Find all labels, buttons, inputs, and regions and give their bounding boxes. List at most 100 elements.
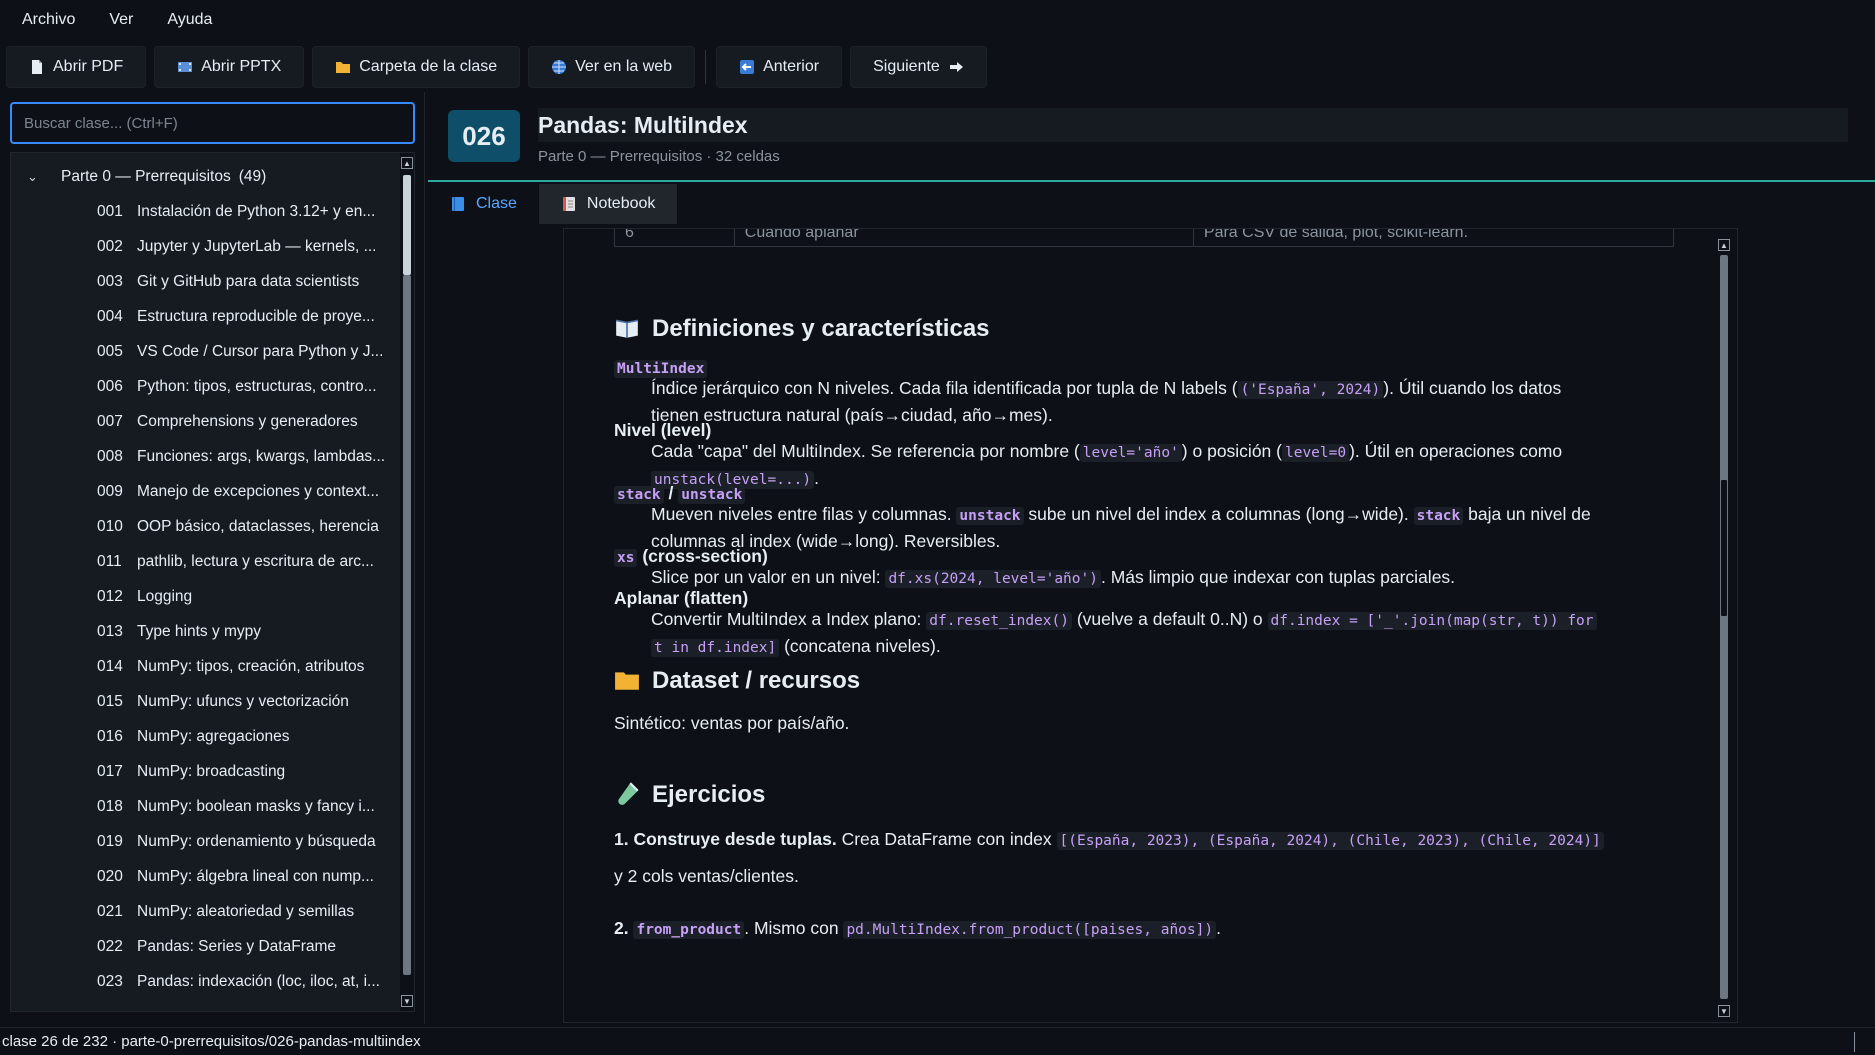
inline-code: from_product <box>633 921 745 939</box>
text: / <box>663 483 679 503</box>
text: Convertir MultiIndex a Index plano: <box>651 609 927 629</box>
open-pptx-label: Abrir PPTX <box>201 58 282 75</box>
tree-item-title: NumPy: broadcasting <box>137 762 286 780</box>
menu-ver[interactable]: Ver <box>97 11 155 29</box>
lesson-content-panel: 6 Cuándo aplanar Para CSV de salida, plo… <box>563 228 1738 1023</box>
tree-item[interactable]: 020 NumPy: álgebra lineal con nump... <box>11 859 414 894</box>
tree-item-number: 020 <box>97 867 123 885</box>
tree-item[interactable]: 023 Pandas: indexación (loc, iloc, at, i.… <box>11 964 414 999</box>
search-input[interactable] <box>10 102 415 144</box>
text: . Mismo con <box>744 918 844 938</box>
chevron-down-icon[interactable]: ⌄ <box>27 169 43 185</box>
definition-multiindex: Índice jerárquico con N niveles. Cada fi… <box>651 376 1671 428</box>
tree-item-number: 008 <box>97 447 123 465</box>
tree-group-parte-0[interactable]: ⌄ Parte 0 — Prerrequisitos (49) <box>11 159 414 194</box>
text: Crea DataFrame con index <box>836 829 1057 849</box>
tree-item-number: 003 <box>97 272 123 290</box>
menu-archivo[interactable]: Archivo <box>10 11 97 29</box>
scroll-down-icon[interactable]: ▼ <box>1718 1005 1730 1017</box>
tree-item[interactable]: 022 Pandas: Series y DataFrame <box>11 929 414 964</box>
tree-item-title: NumPy: ordenamiento y búsqueda <box>137 832 376 850</box>
class-folder-button[interactable]: Carpeta de la clase <box>312 46 521 88</box>
tab-clase[interactable]: Clase <box>428 184 539 224</box>
tree-item-number: 005 <box>97 342 123 360</box>
tree-item[interactable]: 006 Python: tipos, estructuras, contro... <box>11 369 414 404</box>
tree-item[interactable]: 012 Logging <box>11 579 414 614</box>
open-pptx-button[interactable]: Abrir PPTX <box>154 46 305 88</box>
tree-group-count: (49) <box>238 167 267 185</box>
table-row: 6 Cuándo aplanar Para CSV de salida, plo… <box>614 229 1674 247</box>
content-scroll-track[interactable] <box>1720 255 1728 999</box>
tree-item-number: 010 <box>97 517 123 535</box>
tree-item-number: 022 <box>97 937 123 955</box>
tree-item[interactable]: 003 Git y GitHub para data scientists <box>11 264 414 299</box>
tree-item[interactable]: 002 Jupyter y JupyterLab — kernels, ... <box>11 229 414 264</box>
class-tree: ⌄ Parte 0 — Prerrequisitos (49) 001 Insta… <box>10 152 415 1012</box>
inline-code: ('España', 2024) <box>1237 381 1384 399</box>
tree-item[interactable]: 016 NumPy: agregaciones <box>11 719 414 754</box>
open-pdf-label: Abrir PDF <box>53 58 124 75</box>
tree-scroll-track[interactable] <box>403 275 411 975</box>
tree-items: 001 Instalación de Python 3.12+ y en... 00… <box>11 194 414 999</box>
text: (concatena niveles). <box>779 636 941 656</box>
exercise-1: 1. Construye desde tuplas. Crea DataFram… <box>614 827 1674 854</box>
menu-bar: Archivo Ver Ayuda <box>0 0 1875 40</box>
inline-code: df.xs(2024, level='año') <box>885 570 1101 588</box>
tree-item-number: 019 <box>97 832 123 850</box>
tree-item[interactable]: 018 NumPy: boolean masks y fancy i... <box>11 789 414 824</box>
tree-item-number: 013 <box>97 622 123 640</box>
tree-item-title: Pandas: indexación (loc, iloc, at, i... <box>137 972 380 990</box>
content-scroll-thumb[interactable] <box>1720 479 1728 617</box>
section-heading-dataset: Dataset / recursos <box>614 667 860 693</box>
content-scrollbar[interactable]: ▲ ▼ <box>1717 239 1731 1017</box>
tree-item[interactable]: 015 NumPy: ufuncs y vectorización <box>11 684 414 719</box>
text: baja un nivel de <box>1463 504 1591 524</box>
tree-item[interactable]: 011 pathlib, lectura y escritura de arc..… <box>11 544 414 579</box>
toolbar-separator <box>705 50 707 84</box>
section-heading-text: Definiciones y características <box>652 314 990 342</box>
tab-notebook[interactable]: Notebook <box>538 184 678 224</box>
next-button[interactable]: Siguiente <box>850 46 987 88</box>
tree-item[interactable]: 005 VS Code / Cursor para Python y J... <box>11 334 414 369</box>
text: Mueven niveles entre filas y columnas. <box>651 504 957 524</box>
view-web-label: Ver en la web <box>575 58 673 75</box>
tree-item[interactable]: 021 NumPy: aleatoriedad y semillas <box>11 894 414 929</box>
inline-code: level=0 <box>1281 444 1350 462</box>
scroll-up-icon[interactable]: ▲ <box>401 157 413 169</box>
tree-group-label: Parte 0 — Prerrequisitos <box>61 167 231 185</box>
tree-item[interactable]: 013 Type hints y mypy <box>11 614 414 649</box>
tree-item-number: 023 <box>97 972 123 990</box>
text: (cross-section) <box>637 546 768 566</box>
open-pdf-button[interactable]: Abrir PDF <box>6 46 147 88</box>
globe-icon <box>551 59 567 75</box>
tree-scrollbar[interactable]: ▲ ▼ <box>400 153 414 1011</box>
text: ) o posición ( <box>1181 441 1282 461</box>
tree-scroll-thumb[interactable] <box>403 175 411 275</box>
tree-item[interactable]: 010 OOP básico, dataclasses, herencia <box>11 509 414 544</box>
open-book-icon <box>614 315 640 341</box>
tree-item[interactable]: 007 Comprehensions y generadores <box>11 404 414 439</box>
view-web-button[interactable]: Ver en la web <box>528 46 696 88</box>
menu-ayuda[interactable]: Ayuda <box>155 11 234 29</box>
tree-item[interactable]: 019 NumPy: ordenamiento y búsqueda <box>11 824 414 859</box>
text: Índice jerárquico con N niveles. Cada fi… <box>651 378 1238 398</box>
tree-item[interactable]: 017 NumPy: broadcasting <box>11 754 414 789</box>
tree-item-number: 011 <box>97 552 122 570</box>
scroll-up-icon[interactable]: ▲ <box>1718 239 1730 251</box>
tree-item-title: NumPy: agregaciones <box>137 727 290 745</box>
text: . <box>1216 918 1221 938</box>
inline-code: unstack <box>956 507 1024 525</box>
tree-item-title: Estructura reproducible de proye... <box>137 307 375 325</box>
exercise-title: 2. <box>614 918 634 938</box>
text: . Más limpio que indexar con tuplas parc… <box>1100 567 1456 587</box>
tree-item[interactable]: 014 NumPy: tipos, creación, atributos <box>11 649 414 684</box>
tree-item-number: 006 <box>97 377 123 395</box>
tree-item[interactable]: 009 Manejo de excepciones y context... <box>11 474 414 509</box>
scroll-down-icon[interactable]: ▼ <box>401 995 413 1007</box>
definition-flatten: Convertir MultiIndex a Index plano: df.r… <box>651 607 1671 661</box>
tree-item[interactable]: 004 Estructura reproducible de proye... <box>11 299 414 334</box>
tree-item-title: Instalación de Python 3.12+ y en... <box>137 202 376 220</box>
previous-button[interactable]: Anterior <box>716 46 843 88</box>
tree-item[interactable]: 001 Instalación de Python 3.12+ y en... <box>11 194 414 229</box>
tree-item[interactable]: 008 Funciones: args, kwargs, lambdas... <box>11 439 414 474</box>
